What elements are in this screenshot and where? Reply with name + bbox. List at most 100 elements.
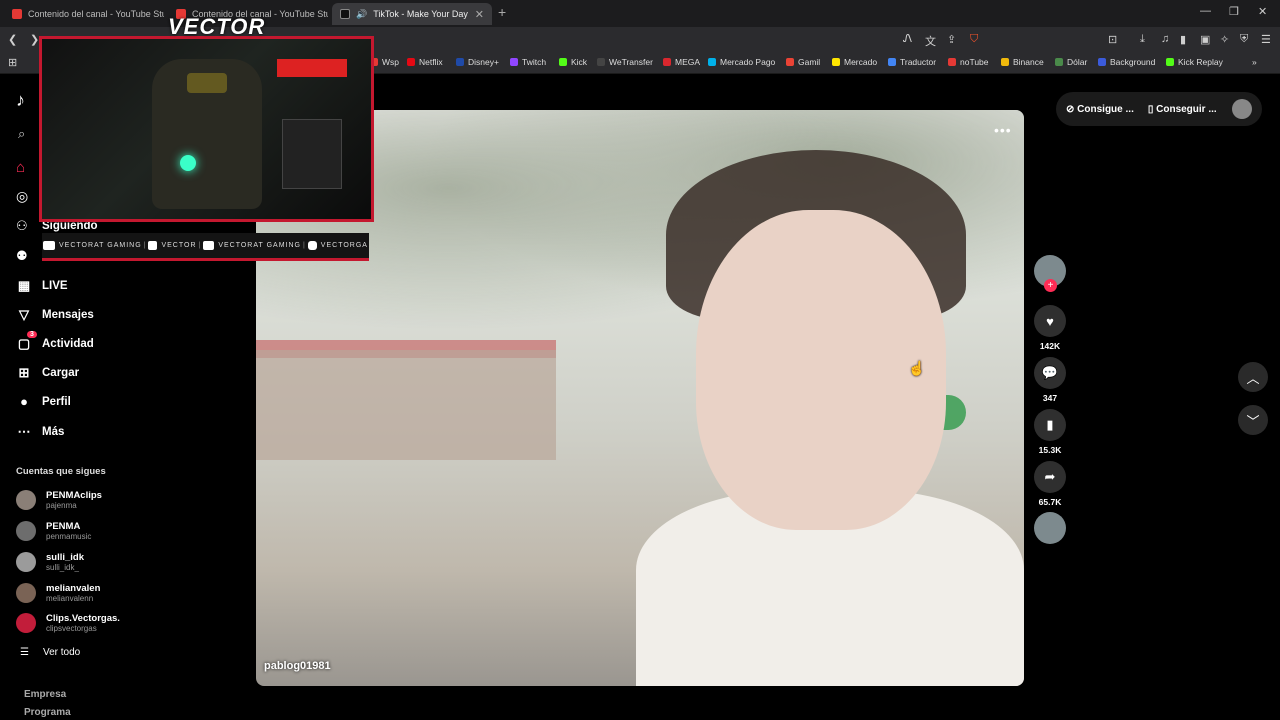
bookmark-item[interactable]: Netflix — [407, 57, 443, 67]
bookmark-item[interactable]: Binance — [1001, 57, 1044, 67]
nav-label: Más — [42, 426, 65, 438]
apps-icon[interactable]: ⊞ — [8, 56, 17, 69]
minimize-icon[interactable]: — — [1200, 5, 1211, 17]
nav-activity[interactable]: ▢ 3 Actividad — [16, 331, 94, 352]
explore-icon[interactable]: ◎ — [16, 188, 28, 205]
youtube-icon — [12, 9, 22, 19]
instagram-icon — [307, 241, 317, 250]
nav-profile[interactable]: ● Perfil — [16, 394, 71, 409]
instagram-social: VECTORGA — [307, 241, 368, 250]
account-item[interactable]: PENMAclips pajenma — [16, 490, 102, 510]
download-icon[interactable]: ⤓ — [1140, 33, 1145, 46]
tab-tiktok[interactable]: 🔊 TikTok - Make Your Day ✕ — [332, 3, 492, 25]
webcam-arcade-cabinet — [282, 119, 342, 189]
nav-messages[interactable]: ▽ Mensajes — [16, 307, 94, 323]
translate-icon[interactable]: 文 — [925, 33, 936, 49]
wallet-icon[interactable]: ▣ — [1200, 33, 1210, 46]
comment-icon: 💬 — [1034, 357, 1066, 389]
nav-more[interactable]: ⋯ Más — [16, 424, 65, 440]
video-more-icon[interactable]: ••• — [994, 122, 1012, 138]
menu-icon[interactable]: ☰ — [1261, 33, 1271, 46]
shield-icon[interactable]: ⛉ — [970, 33, 978, 46]
account-handle: penmamusic — [46, 532, 92, 541]
tiktok-logo-icon[interactable]: ♪ — [16, 90, 25, 111]
nav-label: Actividad — [42, 338, 94, 350]
back-icon[interactable]: ❮ — [8, 33, 17, 46]
bookmark-item[interactable]: Dólar — [1055, 57, 1087, 67]
chevron-down-icon: ﹀ — [1246, 413, 1260, 429]
like-count: 142K — [1039, 341, 1061, 351]
bookmark-item[interactable]: WeTransfer — [597, 57, 653, 67]
get-app-button[interactable]: ▯ Conseguir ... — [1148, 104, 1217, 115]
nav-live[interactable]: ▦ LIVE — [16, 278, 68, 294]
bookmark-item[interactable]: Twitch — [510, 57, 546, 67]
account-item[interactable]: sulli_idk sulli_idk_ — [16, 552, 84, 572]
bookmarks-overflow-icon[interactable]: » — [1252, 57, 1257, 67]
more-icon: ⋯ — [17, 424, 31, 439]
reader-icon[interactable]: Ꮑ — [903, 33, 912, 46]
like-button[interactable]: ♥ 142K — [1034, 305, 1066, 351]
bookmark-item[interactable]: noTube — [948, 57, 989, 67]
bookmark-item[interactable]: Wsp — [370, 57, 399, 67]
video-username[interactable]: pablog01981 — [264, 660, 331, 672]
bookmark-item[interactable]: Mercado Pago — [708, 57, 775, 67]
screenshot-icon[interactable]: ⊡ — [1108, 33, 1117, 46]
avatar — [16, 583, 36, 603]
following-accounts-title: Cuentas que sigues — [16, 466, 106, 477]
account-name: Clips.Vectorgas. — [46, 613, 120, 624]
account-item[interactable]: Clips.Vectorgas. clipsvectorgas — [16, 613, 120, 633]
tab-youtube-studio-1[interactable]: Contenido del canal - YouTube Studio — [4, 3, 164, 25]
footer-link-company[interactable]: Empresa — [24, 689, 66, 700]
bookmark-item[interactable]: Kick Replay — [1166, 57, 1223, 67]
see-all-button[interactable]: ☰ Ver todo — [20, 647, 80, 658]
bookmark-item[interactable]: Background — [1098, 57, 1155, 67]
creator-avatar-button[interactable]: + — [1034, 255, 1066, 292]
bookmark-item[interactable]: Mercado — [832, 57, 877, 67]
comment-button[interactable]: 💬 347 — [1034, 357, 1066, 403]
bookmark-item[interactable]: Kick — [559, 57, 587, 67]
restore-icon[interactable]: ❐ — [1229, 5, 1239, 18]
leo-icon[interactable]: ✧ — [1220, 33, 1229, 46]
video-house — [256, 350, 556, 460]
follow-plus-icon[interactable]: + — [1044, 279, 1057, 292]
streamer-brand-logo: VECTOR — [168, 14, 266, 39]
mouse-cursor-icon: ☝ — [908, 360, 926, 376]
see-all-label: Ver todo — [42, 647, 81, 658]
new-tab-icon[interactable]: + — [498, 4, 506, 20]
save-button[interactable]: ▮ 15.3K — [1034, 409, 1066, 455]
list-icon: ☰ — [20, 647, 29, 658]
activity-badge: 3 — [27, 331, 37, 338]
account-item[interactable]: PENMA penmamusic — [16, 521, 91, 541]
music-icon[interactable]: ♫ — [1161, 33, 1169, 45]
close-window-icon[interactable]: ✕ — [1258, 5, 1267, 18]
vpn-icon[interactable]: ⛨ — [1240, 33, 1248, 46]
share-icon[interactable]: ⇪ — [947, 33, 956, 46]
bookmark-item[interactable]: Gamil — [786, 57, 820, 67]
close-icon[interactable]: ✕ — [475, 8, 484, 21]
friends-icon[interactable]: ⚉ — [16, 248, 28, 264]
share-button[interactable]: ➦ 65.7K — [1034, 461, 1066, 507]
get-coins-button[interactable]: ⊘ Consigue ... — [1066, 104, 1134, 115]
next-video-button[interactable]: ﹀ — [1238, 405, 1268, 435]
top-right-actions: ⊘ Consigue ... ▯ Conseguir ... — [1056, 92, 1262, 126]
bookmark-item[interactable]: MEGA — [663, 57, 700, 67]
tab-title: TikTok - Make Your Day — [373, 9, 468, 19]
webcam-overlay — [39, 36, 374, 222]
sidebar-icon[interactable]: ▮ — [1180, 33, 1186, 46]
upload-icon: ⊞ — [18, 365, 30, 380]
music-disc-button[interactable] — [1034, 512, 1066, 544]
music-disc-icon — [1034, 512, 1066, 544]
search-icon[interactable]: ⌕ — [18, 126, 25, 142]
previous-video-button[interactable]: ︿ — [1238, 362, 1268, 392]
account-handle: clipsvectorgas — [46, 624, 97, 633]
home-icon[interactable]: ⌂ — [16, 159, 25, 176]
footer-link-program[interactable]: Programa — [24, 707, 71, 718]
following-icon[interactable]: ⚇ — [16, 218, 28, 234]
user-avatar[interactable] — [1232, 99, 1252, 119]
bookmark-item[interactable]: Disney+ — [456, 57, 499, 67]
share-arrow-icon: ➦ — [1034, 461, 1066, 493]
bookmark-item[interactable]: Traductor — [888, 57, 936, 67]
forward-icon[interactable]: ❯ — [30, 33, 39, 46]
nav-upload[interactable]: ⊞ Cargar — [16, 365, 80, 381]
account-item[interactable]: melianvalen melianvalenn — [16, 583, 100, 603]
